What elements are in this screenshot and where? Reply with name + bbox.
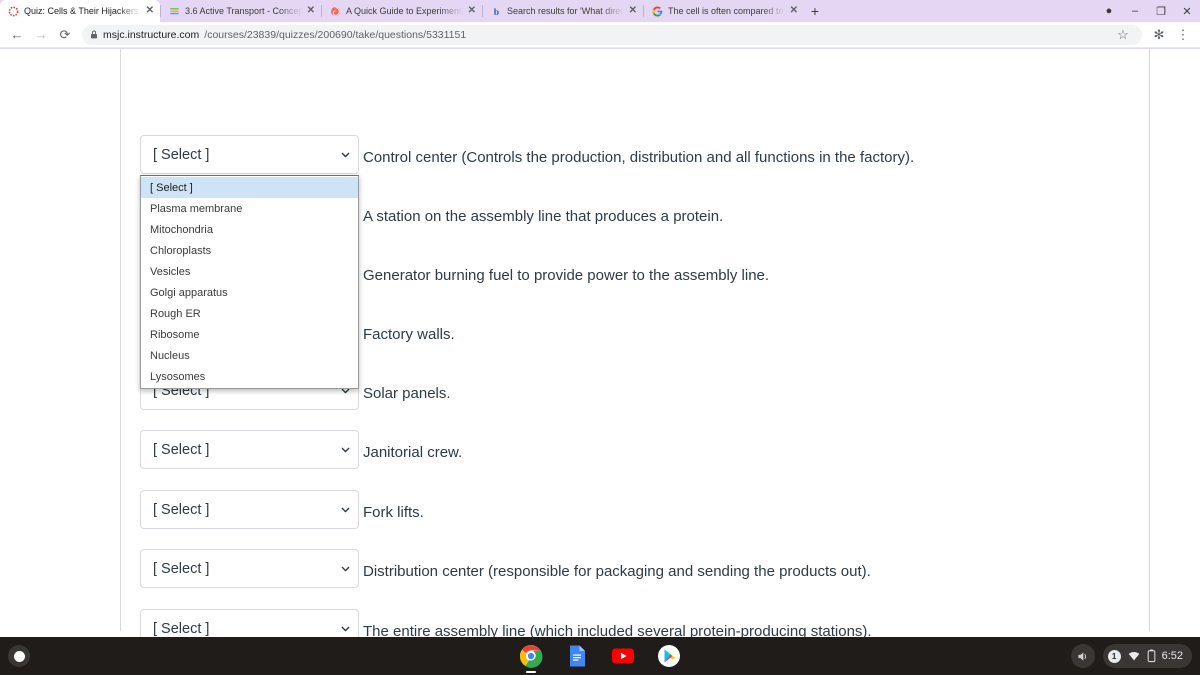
quiz-select-0-dropdown[interactable]: [ Select ] Plasma membrane Mitochondria … — [140, 175, 359, 389]
browser-tab-4-title: The cell is often compared to a fa — [668, 6, 785, 16]
play-store-icon[interactable] — [657, 644, 681, 668]
browser-tab-1-title: 3.6 Active Transport - Concepts of — [185, 6, 302, 16]
profile-avatar-icon[interactable]: ● — [1096, 0, 1122, 22]
quiz-prompt-7: Distribution center (responsible for pac… — [363, 563, 871, 580]
minimize-button[interactable]: – — [1122, 0, 1148, 22]
dropdown-option-6[interactable]: Rough ER — [141, 303, 358, 324]
swirl-icon — [331, 6, 340, 16]
tab-strip: Quiz: Cells & Their Hijackers Part 1 ✕ 3… — [0, 0, 1200, 22]
browser-tab-2-close-icon[interactable]: ✕ — [468, 6, 476, 16]
browser-tab-4[interactable]: The cell is often compared to a fa ✕ — [644, 0, 804, 22]
chevron-down-icon — [341, 566, 350, 571]
browser-tab-3-title: Search results for 'What direction — [507, 6, 624, 16]
youtube-icon[interactable] — [611, 644, 635, 668]
maximize-button[interactable]: ❐ — [1148, 0, 1174, 22]
browser-tab-2-title: A Quick Guide to Experimental D — [346, 6, 463, 16]
quiz-select-8-value: [ Select ] — [153, 620, 210, 637]
google-docs-icon[interactable] — [565, 644, 589, 668]
quiz-select-5[interactable]: [ Select ] — [140, 430, 359, 469]
launcher-dot — [13, 650, 25, 662]
quiz-row-8: [ Select ] The entire assembly line (whi… — [140, 609, 872, 637]
browser-tab-0[interactable]: Quiz: Cells & Their Hijackers Part 1 ✕ — [0, 0, 160, 22]
forward-icon[interactable]: → — [30, 24, 52, 46]
quiz-prompt-6: Fork lifts. — [363, 504, 424, 521]
browser-tab-1-close-icon[interactable]: ✕ — [307, 6, 315, 16]
quiz-select-7[interactable]: [ Select ] — [140, 549, 359, 588]
quiz-prompt-1: A station on the assembly line that prod… — [363, 208, 724, 225]
dropdown-option-1[interactable]: Plasma membrane — [141, 198, 358, 219]
url-path: /courses/23839/quizzes/200690/take/quest… — [204, 28, 467, 41]
svg-text:b: b — [494, 6, 499, 16]
browser-tab-2[interactable]: A Quick Guide to Experimental D ✕ — [322, 0, 482, 22]
quiz-row-7: [ Select ] Distribution center (responsi… — [140, 549, 871, 588]
lock-icon — [91, 30, 97, 39]
browser-tab-0-title: Quiz: Cells & Their Hijackers Part 1 — [24, 6, 141, 16]
browser-toolbar: ← → ⟳ msjc.instructure.com/courses/23839… — [0, 22, 1200, 48]
url-host: msjc.instructure.com — [103, 28, 200, 41]
shelf-apps — [519, 644, 681, 673]
quiz-row-5: [ Select ] Janitorial crew. — [140, 430, 462, 469]
dropdown-option-5[interactable]: Golgi apparatus — [141, 282, 358, 303]
browser-tab-4-close-icon[interactable]: ✕ — [790, 6, 798, 16]
factory-cell-illustration — [421, 49, 891, 77]
bookmark-star-icon[interactable]: ☆ — [1112, 24, 1134, 46]
chevron-down-icon — [341, 507, 350, 512]
back-icon[interactable]: ← — [6, 24, 28, 46]
dropdown-option-7[interactable]: Ribosome — [141, 324, 358, 345]
quiz-select-6[interactable]: [ Select ] — [140, 490, 359, 529]
chevron-down-icon — [341, 447, 350, 452]
system-tray: 1 6:52 — [1070, 644, 1192, 668]
openstax-icon — [170, 7, 179, 14]
volume-icon[interactable] — [1070, 644, 1095, 668]
browser-tab-3[interactable]: b Search results for 'What direction ✕ — [483, 0, 643, 22]
clock: 6:52 — [1161, 650, 1183, 662]
dropdown-option-9[interactable]: Lysosomes — [141, 366, 358, 387]
quiz-select-0[interactable]: [ Select ] — [140, 135, 359, 174]
canvas-icon — [8, 6, 19, 16]
bing-icon: b — [494, 6, 499, 16]
dropdown-option-0[interactable]: [ Select ] — [141, 177, 358, 198]
dropdown-option-8[interactable]: Nucleus — [141, 345, 358, 366]
quiz-row-0: [ Select ] Control center (Controls the … — [140, 135, 914, 174]
chevron-down-icon — [341, 152, 350, 157]
launcher-icon[interactable] — [8, 645, 30, 667]
dropdown-option-4[interactable]: Vesicles — [141, 261, 358, 282]
dropdown-option-3[interactable]: Chloroplasts — [141, 240, 358, 261]
battery-icon — [1147, 649, 1155, 663]
browser-tab-3-close-icon[interactable]: ✕ — [629, 6, 637, 16]
window-controls: ● – ❐ ✕ — [1096, 0, 1200, 22]
quiz-select-7-value: [ Select ] — [153, 560, 210, 577]
quiz-prompt-0: Control center (Controls the production,… — [363, 149, 915, 166]
quiz-prompt-8: The entire assembly line (which included… — [363, 623, 872, 637]
browser-tab-0-close-icon[interactable]: ✕ — [146, 6, 154, 16]
quiz-row-6: [ Select ] Fork lifts. — [140, 490, 424, 529]
chrome-icon[interactable] — [519, 644, 543, 673]
shelf-left — [8, 645, 30, 667]
quiz-prompt-3: Factory walls. — [363, 326, 455, 343]
close-window-button[interactable]: ✕ — [1174, 0, 1200, 22]
page-viewport: [ Select ] Control center (Controls the … — [0, 49, 1200, 637]
extensions-icon[interactable]: ✻ — [1148, 24, 1170, 46]
quiz-select-6-value: [ Select ] — [153, 501, 210, 518]
quiz-select-8[interactable]: [ Select ] — [140, 609, 359, 637]
google-icon — [652, 5, 663, 17]
notification-badge[interactable]: 1 — [1107, 649, 1121, 663]
address-bar[interactable]: msjc.instructure.com/courses/23839/quizz… — [82, 24, 1142, 46]
os-shelf: 1 6:52 — [0, 637, 1200, 675]
chrome-running-indicator — [526, 671, 536, 673]
quiz-prompt-5: Janitorial crew. — [363, 444, 463, 461]
wifi-icon — [1128, 651, 1139, 661]
quiz-select-0-value: [ Select ] — [153, 146, 210, 163]
browser-menu-icon[interactable]: ⋮ — [1172, 24, 1194, 46]
quiz-prompt-4: Solar panels. — [363, 385, 451, 402]
status-tray[interactable]: 1 6:52 — [1102, 644, 1192, 668]
quiz-prompt-2: Generator burning fuel to provide power … — [363, 267, 770, 284]
reload-icon[interactable]: ⟳ — [54, 24, 76, 46]
dropdown-option-2[interactable]: Mitochondria — [141, 219, 358, 240]
chevron-down-icon — [341, 626, 350, 631]
quiz-select-5-value: [ Select ] — [153, 441, 210, 458]
browser-window: Quiz: Cells & Their Hijackers Part 1 ✕ 3… — [0, 0, 1200, 637]
browser-tab-1[interactable]: 3.6 Active Transport - Concepts of ✕ — [161, 0, 321, 22]
new-tab-button[interactable]: + — [804, 0, 826, 22]
